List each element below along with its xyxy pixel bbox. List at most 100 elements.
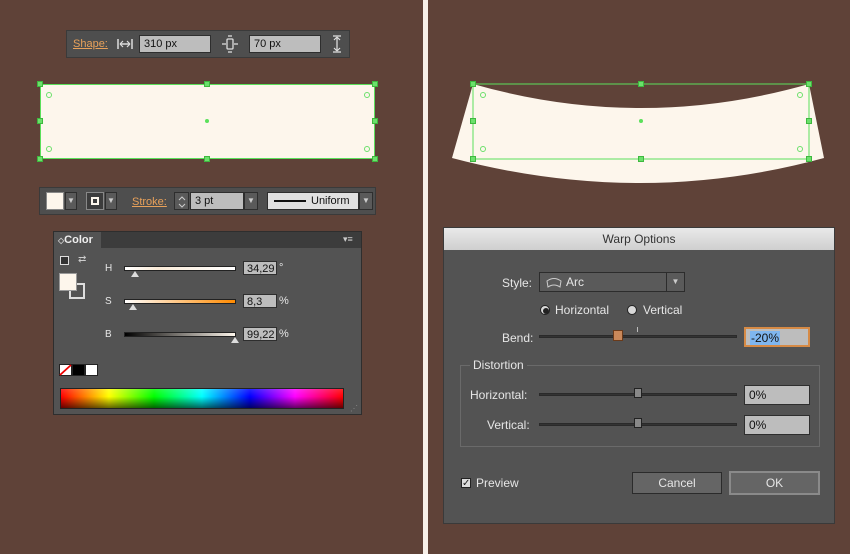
warp-options-dialog: Warp Options Style: Arc ▼ Horizontal Ver… <box>443 227 835 524</box>
height-field[interactable]: 70 px <box>249 35 321 53</box>
swap-colors-icon[interactable]: ⇄ <box>78 254 86 265</box>
shape-label[interactable]: Shape: <box>73 38 108 50</box>
corner-widget-icon[interactable] <box>797 92 803 98</box>
b-unit: % <box>279 328 289 340</box>
corner-widget-icon[interactable] <box>480 92 486 98</box>
appearance-toolbar: ▼ ▼ Stroke: 3 pt ▼ Uniform ▼ <box>39 187 376 215</box>
warp-center-point <box>639 119 643 123</box>
horizontal-label[interactable]: Horizontal <box>555 303 609 317</box>
handle-middle-left[interactable] <box>37 118 43 124</box>
arc-icon <box>546 278 562 288</box>
s-slider-thumb[interactable] <box>129 304 138 310</box>
dist-horizontal-field[interactable]: 0% <box>744 385 810 405</box>
height-icon <box>222 35 238 53</box>
dist-horizontal-thumb[interactable] <box>634 388 642 398</box>
resize-grip-icon[interactable]: ⋰ <box>350 404 358 413</box>
default-colors-icon[interactable] <box>60 256 69 265</box>
dist-vertical-thumb[interactable] <box>634 418 642 428</box>
distortion-title: Distortion <box>470 358 527 372</box>
corner-widget-icon[interactable] <box>364 92 370 98</box>
b-slider-thumb[interactable] <box>231 337 240 343</box>
panel-menu-icon[interactable]: ▾≡ <box>343 234 353 245</box>
color-panel: ◇Color ▾≡ ⇄ H 34,29 ° S 8,3 % B 99,22 % … <box>53 231 362 415</box>
preview-checkbox[interactable]: ✓ <box>461 478 471 489</box>
corner-widget-icon[interactable] <box>797 146 803 152</box>
ok-button[interactable]: OK <box>729 471 820 495</box>
s-label: S <box>105 296 112 307</box>
corner-widget-icon[interactable] <box>46 92 52 98</box>
panel-title: Color <box>64 234 93 246</box>
fill-swatch[interactable] <box>46 192 64 210</box>
profile-dropdown-icon[interactable]: ▼ <box>359 192 373 210</box>
stroke-weight-field[interactable]: 3 pt <box>190 192 244 210</box>
white-swatch[interactable] <box>85 364 98 376</box>
vertical-radio[interactable] <box>627 305 637 315</box>
s-slider[interactable] <box>124 299 236 304</box>
warp-handle-bottom-left[interactable] <box>470 156 476 162</box>
stroke-square-icon <box>91 197 99 205</box>
width-icon <box>117 39 133 49</box>
cancel-button[interactable]: Cancel <box>632 472 722 494</box>
stroke-label[interactable]: Stroke: <box>132 196 167 208</box>
style-label: Style: <box>502 276 533 290</box>
dialog-title: Warp Options <box>444 228 834 250</box>
warp-handle-middle-right[interactable] <box>806 118 812 124</box>
bend-label: Bend: <box>502 331 534 345</box>
stroke-swatch[interactable] <box>86 192 104 210</box>
none-color-icon[interactable] <box>59 364 72 376</box>
style-select[interactable]: Arc ▼ <box>539 272 685 292</box>
profile-select[interactable]: Uniform <box>267 192 359 210</box>
b-slider[interactable] <box>124 332 236 337</box>
width-field[interactable]: 310 px <box>139 35 211 53</box>
warp-handle-top-center[interactable] <box>638 81 644 87</box>
warp-handle-bottom-right[interactable] <box>806 156 812 162</box>
shape-toolbar: Shape: 310 px 70 px <box>66 30 350 58</box>
handle-bottom-left[interactable] <box>37 156 43 162</box>
corner-widget-icon[interactable] <box>480 146 486 152</box>
color-spectrum[interactable] <box>60 388 344 409</box>
profile-line-icon <box>274 200 306 202</box>
dist-vertical-field[interactable]: 0% <box>744 415 810 435</box>
color-panel-tab[interactable]: ◇Color <box>54 232 101 248</box>
h-unit: ° <box>279 262 284 274</box>
dist-vertical-label: Vertical: <box>487 418 530 432</box>
s-value[interactable]: 8,3 <box>243 294 277 308</box>
h-slider-thumb[interactable] <box>130 271 139 277</box>
center-point <box>205 119 209 123</box>
constrain-proportions-icon[interactable] <box>331 35 343 53</box>
handle-bottom-center[interactable] <box>204 156 210 162</box>
handle-top-left[interactable] <box>37 81 43 87</box>
warp-handle-top-right[interactable] <box>806 81 812 87</box>
warp-handle-top-left[interactable] <box>470 81 476 87</box>
b-value[interactable]: 99,22 <box>243 327 277 341</box>
warp-handle-bottom-center[interactable] <box>638 156 644 162</box>
bend-slider-thumb[interactable] <box>613 330 624 341</box>
preview-label[interactable]: Preview <box>476 476 519 490</box>
stroke-dropdown-icon[interactable]: ▼ <box>105 192 117 210</box>
corner-widget-icon[interactable] <box>46 146 52 152</box>
h-value[interactable]: 34,29 <box>243 261 277 275</box>
handle-middle-right[interactable] <box>372 118 378 124</box>
bend-slider[interactable] <box>539 335 737 338</box>
horizontal-radio[interactable] <box>540 305 550 315</box>
corner-widget-icon[interactable] <box>364 146 370 152</box>
b-label: B <box>105 329 112 340</box>
stroke-stepper[interactable] <box>174 192 189 210</box>
handle-top-right[interactable] <box>372 81 378 87</box>
handle-top-center[interactable] <box>204 81 210 87</box>
fill-dropdown-icon[interactable]: ▼ <box>65 192 77 210</box>
vertical-label[interactable]: Vertical <box>643 303 682 317</box>
bend-value: -20% <box>750 331 781 345</box>
black-swatch[interactable] <box>72 364 85 376</box>
bend-field[interactable]: -20% <box>744 327 810 347</box>
h-slider[interactable] <box>124 266 236 271</box>
warp-handle-middle-left[interactable] <box>470 118 476 124</box>
bend-center-tick <box>637 327 638 332</box>
fill-color-box[interactable] <box>59 273 77 291</box>
dist-horizontal-label: Horizontal: <box>470 388 528 402</box>
handle-bottom-right[interactable] <box>372 156 378 162</box>
stroke-weight-dropdown-icon[interactable]: ▼ <box>244 192 258 210</box>
stepper-arrows-icon <box>178 196 186 208</box>
warped-arc-shape[interactable] <box>450 78 830 190</box>
style-dropdown-icon[interactable]: ▼ <box>666 273 684 291</box>
